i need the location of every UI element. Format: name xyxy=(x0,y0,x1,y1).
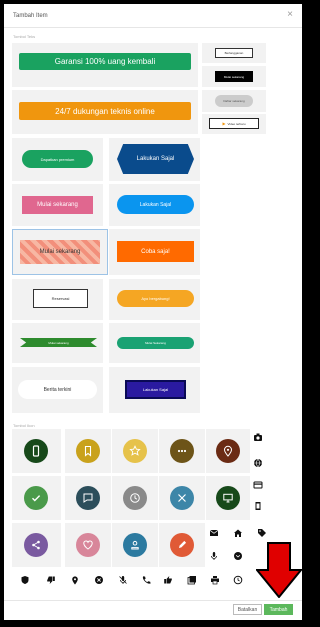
more-dots-icon xyxy=(170,439,194,463)
dialog-header: Tambah Item × xyxy=(4,4,302,28)
icon-template-10[interactable] xyxy=(206,476,250,520)
ribbon-start-button: Mulai sekarang xyxy=(20,338,97,347)
template-subscribe-black[interactable]: Mulai sekarang xyxy=(202,66,266,87)
template-guarantee[interactable]: Garansi 100% uang kembali xyxy=(12,43,198,87)
icon-template-5[interactable] xyxy=(206,429,250,473)
template-subscribe-small[interactable]: Berlangganan xyxy=(202,43,266,63)
thumbs-down-icon[interactable] xyxy=(45,574,57,586)
section-label-icon-buttons: Tombol Ikon xyxy=(13,423,35,428)
restaurant-icon xyxy=(170,486,194,510)
template-do-now-blue[interactable]: Lakukan Sajal xyxy=(109,367,200,413)
star-icon xyxy=(123,439,147,463)
close-icon[interactable]: × xyxy=(287,10,293,20)
edit-icon xyxy=(170,533,194,557)
template-reservation[interactable]: Reservasi xyxy=(12,279,103,320)
gallery-icon[interactable] xyxy=(186,574,198,586)
try-now-button: Coba saja! xyxy=(117,241,194,262)
icon-template-13[interactable] xyxy=(112,523,158,567)
add-item-dialog: Tambah Item × Tombol Teks Garansi 100% u… xyxy=(4,4,302,620)
icon-template-8[interactable] xyxy=(112,476,158,520)
subscribe-grey-button: Daftar sekarang xyxy=(215,95,253,107)
dialog-footer: Batalkan Tambah xyxy=(4,600,302,620)
reservation-button: Reservasi xyxy=(33,289,88,308)
icon-template-7[interactable] xyxy=(65,476,111,520)
icon-template-12[interactable] xyxy=(65,523,111,567)
subscribe-small-button: Berlangganan xyxy=(215,48,253,58)
template-start-image[interactable]: Mulai sekarang xyxy=(12,229,108,275)
icon-template-1[interactable] xyxy=(12,429,61,473)
icon-template-9[interactable] xyxy=(159,476,205,520)
credit-card-icon[interactable] xyxy=(252,479,264,491)
icon-template-3[interactable] xyxy=(112,429,158,473)
location-pin-icon xyxy=(216,439,240,463)
monitor-icon xyxy=(216,486,240,510)
icon-template-11[interactable] xyxy=(12,523,61,567)
section-label-text-buttons: Tombol Teks xyxy=(13,34,36,39)
check-icon xyxy=(24,486,48,510)
icon-template-6[interactable] xyxy=(12,476,61,520)
red-arrow-icon xyxy=(254,542,302,603)
tag-icon[interactable] xyxy=(256,527,268,539)
home-icon[interactable] xyxy=(232,527,244,539)
do-now-button: Lakukan Sajal xyxy=(117,144,194,174)
mail-icon[interactable] xyxy=(208,527,220,539)
dialog-title: Tambah Item xyxy=(13,13,48,19)
start-now-image-button: Mulai sekarang xyxy=(20,240,100,264)
phone-icon xyxy=(24,439,48,463)
subscribe-black-button: Mulai sekarang xyxy=(215,71,253,82)
premium-button: Dapatkan premium xyxy=(22,150,93,168)
thumbs-up-icon[interactable] xyxy=(162,574,174,586)
template-do-now-pill[interactable]: Lakukan Sajal xyxy=(109,184,200,226)
add-button[interactable]: Tambah xyxy=(264,604,293,615)
template-latest-news[interactable]: Berita terkini xyxy=(12,367,103,413)
do-now-blue-button: Lakukan Sajal xyxy=(125,380,186,399)
template-video[interactable]: ▶ Video terbaru xyxy=(202,114,266,134)
camera-icon[interactable] xyxy=(252,431,264,443)
template-start-pink[interactable]: Mulai sekarang xyxy=(12,184,103,226)
pin-icon[interactable] xyxy=(69,574,81,586)
latest-news-button: Berita terkini xyxy=(18,380,97,399)
template-try-now[interactable]: Coba saja! xyxy=(109,229,200,275)
print-icon[interactable] xyxy=(209,574,221,586)
mic-off-icon[interactable] xyxy=(117,574,129,586)
template-support[interactable]: 24/7 dukungan teknis online xyxy=(12,90,198,134)
globe-icon[interactable] xyxy=(252,457,264,469)
time-icon[interactable] xyxy=(232,574,244,586)
chevron-circle-icon[interactable] xyxy=(232,550,244,562)
template-premium[interactable]: Dapatkan premium xyxy=(12,138,103,181)
play-icon: ▶ xyxy=(222,121,226,126)
start-now-pink-button: Mulai sekarang xyxy=(22,196,93,214)
share-icon xyxy=(24,533,48,557)
video-button-label: Video terbaru xyxy=(227,121,246,126)
template-do-now[interactable]: Lakukan Sajal xyxy=(109,138,200,181)
register-pill-button: Mulai Sekarang xyxy=(117,337,194,349)
template-register-pill[interactable]: Mulai Sekarang xyxy=(109,323,200,363)
guarantee-button: Garansi 100% uang kembali xyxy=(19,53,191,70)
shield-icon[interactable] xyxy=(19,574,31,586)
cancel-button[interactable]: Batalkan xyxy=(233,604,262,615)
microphone-icon[interactable] xyxy=(208,550,220,562)
template-subscribe-grey[interactable]: Daftar sekarang xyxy=(202,90,266,112)
come-join-button: Ayo bergabung! xyxy=(117,290,194,307)
icon-template-14[interactable] xyxy=(159,523,205,567)
template-come-join[interactable]: Ayo bergabung! xyxy=(109,279,200,320)
user-icon xyxy=(123,533,147,557)
support-button: 24/7 dukungan teknis online xyxy=(19,102,191,120)
heart-icon xyxy=(76,533,100,557)
call-icon[interactable] xyxy=(140,574,152,586)
clock-icon xyxy=(123,486,147,510)
bookmark-icon xyxy=(76,439,100,463)
template-ribbon-start[interactable]: Mulai sekarang xyxy=(12,323,103,363)
icon-template-4[interactable] xyxy=(159,429,205,473)
video-button: ▶ Video terbaru xyxy=(209,118,259,129)
do-now-pill-button: Lakukan Sajal xyxy=(117,195,194,214)
close-circle-icon[interactable] xyxy=(93,574,105,586)
icon-template-2[interactable] xyxy=(65,429,111,473)
chat-icon xyxy=(76,486,100,510)
film-icon[interactable] xyxy=(252,500,264,512)
